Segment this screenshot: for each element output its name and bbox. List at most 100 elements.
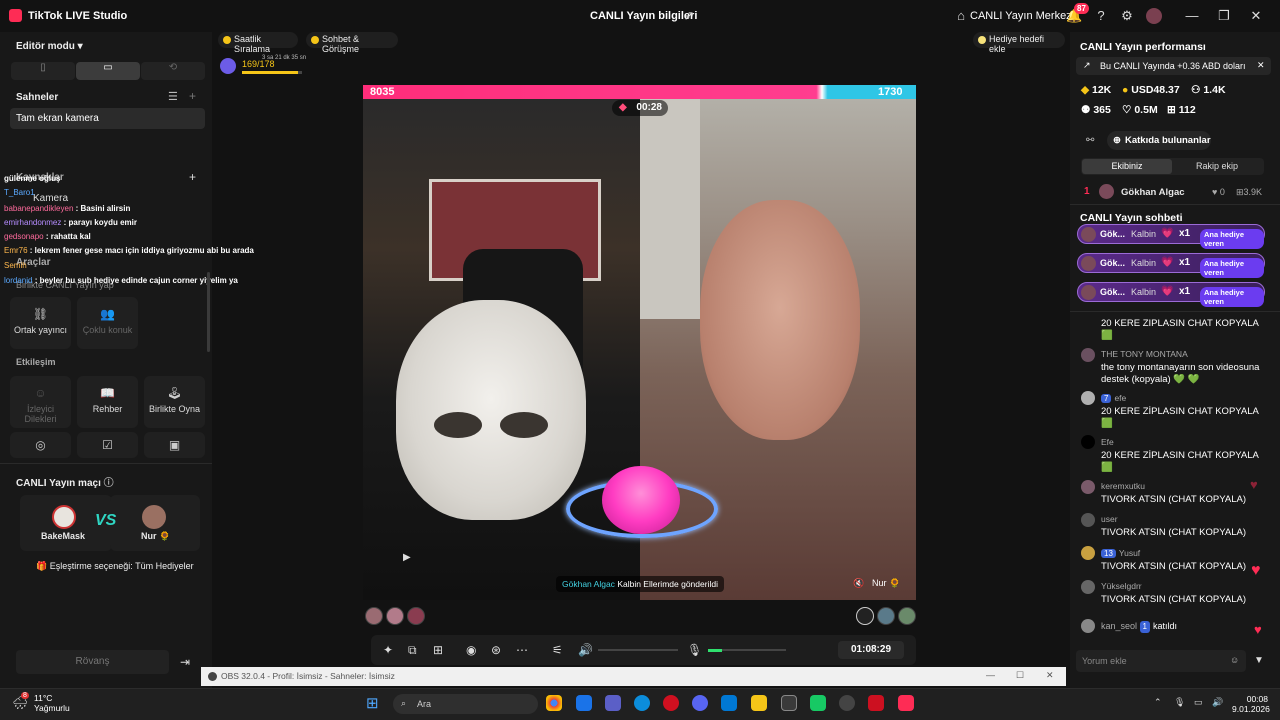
- settings-sliders-icon[interactable]: ⚟: [552, 643, 563, 657]
- taskbar-clock[interactable]: 00:08 9.01.2026: [1232, 694, 1270, 714]
- microphone-icon[interactable]: 🎙: [687, 643, 702, 657]
- chrome-icon[interactable]: [546, 695, 562, 711]
- taskbar-search[interactable]: ⌕ Ara: [393, 694, 538, 714]
- chat-user[interactable]: THE TONY MONTANA: [1101, 349, 1188, 359]
- home-icon[interactable]: ⌂: [953, 8, 969, 24]
- bulb-icon: [978, 36, 986, 44]
- co-host-tile[interactable]: ⛓ Ortak yayıncı: [10, 297, 71, 349]
- tool-tile[interactable]: ▣: [144, 432, 205, 458]
- tool-tile[interactable]: ☑: [77, 432, 138, 458]
- maximize-icon[interactable]: ❐: [1216, 8, 1232, 24]
- emoji-icon[interactable]: ☺: [1230, 655, 1239, 665]
- exit-icon[interactable]: ⇥: [180, 655, 190, 669]
- close-banner-icon[interactable]: ✕: [1257, 60, 1265, 71]
- explorer-icon[interactable]: [751, 695, 767, 711]
- search-label: Ara: [417, 699, 432, 709]
- minimize-icon[interactable]: —: [1184, 8, 1200, 24]
- score-right: 1730: [878, 86, 903, 98]
- app-icon[interactable]: [839, 695, 855, 711]
- user-settings-icon[interactable]: ⚯: [1086, 135, 1094, 146]
- list-icon[interactable]: ☰: [168, 90, 178, 103]
- screen-add-icon[interactable]: ⧉: [408, 643, 417, 658]
- tab-your-team[interactable]: Ekibiniz: [1082, 159, 1172, 174]
- obs-close-icon[interactable]: ✕: [1046, 670, 1054, 681]
- chat-user[interactable]: user: [1101, 514, 1118, 524]
- info-icon[interactable]: ⓘ: [104, 478, 114, 489]
- edge-icon[interactable]: [634, 695, 650, 711]
- filter-icon[interactable]: ▼: [1254, 655, 1264, 666]
- magic-wand-icon[interactable]: ✦: [383, 643, 393, 657]
- multi-guest-tile[interactable]: 👥 Çoklu konuk: [77, 297, 138, 349]
- chat-user[interactable]: Efe: [1101, 437, 1114, 447]
- battle-icon: ◆: [619, 102, 627, 113]
- chat-user[interactable]: Yükselgdrr: [1101, 581, 1142, 591]
- supporter-avatar[interactable]: [407, 607, 425, 625]
- obs-taskbar-icon[interactable]: [781, 695, 797, 711]
- rank-user[interactable]: Gökhan Algac: [1121, 187, 1185, 198]
- opera-icon[interactable]: [663, 695, 679, 711]
- obs-minimize-icon[interactable]: —: [986, 670, 995, 680]
- chat-user[interactable]: 7 efe: [1101, 393, 1126, 403]
- comment-input[interactable]: Yorum ekle ☺: [1076, 650, 1246, 672]
- volume-slider[interactable]: [598, 649, 678, 651]
- close-icon[interactable]: ✕: [1248, 8, 1264, 24]
- obs-maximize-icon[interactable]: ☐: [1016, 670, 1024, 681]
- tiktok-taskbar-icon[interactable]: [898, 695, 914, 711]
- supporter-avatar[interactable]: [856, 607, 874, 625]
- more-icon[interactable]: ⋯: [516, 643, 528, 657]
- weather-widget[interactable]: 11°C Yağmurlu: [34, 693, 70, 713]
- mute-icon[interactable]: 🔇: [853, 578, 864, 589]
- teams-icon[interactable]: [605, 695, 621, 711]
- guide-tile[interactable]: 📖 Rehber: [77, 376, 138, 428]
- help-icon[interactable]: ?: [1093, 8, 1109, 24]
- app-icon[interactable]: [810, 695, 826, 711]
- windows-start-icon[interactable]: ⊞: [366, 694, 379, 712]
- chat-user[interactable]: keremxutku: [1101, 481, 1145, 491]
- chat-title: CANLI Yayın sohbeti: [1080, 212, 1183, 224]
- layout-other-button[interactable]: ⟲: [141, 62, 205, 80]
- source-item[interactable]: Kamera: [33, 193, 68, 204]
- match-option[interactable]: 🎁 Eşleştirme seçeneği: Tüm Hediyeler: [36, 561, 194, 572]
- youtube-icon[interactable]: [868, 695, 884, 711]
- left-scrollbar[interactable]: [207, 272, 210, 352]
- app-icon[interactable]: [576, 695, 592, 711]
- play-together-tile[interactable]: 🕹 Birlikte Oyna: [144, 376, 205, 428]
- chat-call-pill[interactable]: Sohbet & Görüşme: [306, 32, 398, 54]
- editor-mode-dropdown[interactable]: Editör modu ▾: [16, 41, 83, 52]
- avatar[interactable]: [1146, 8, 1162, 24]
- camera-switch-icon[interactable]: ⊛: [491, 643, 501, 657]
- gear-icon[interactable]: ⚙: [1119, 8, 1135, 24]
- add-source-icon[interactable]: +: [189, 170, 196, 184]
- tab-rival-team[interactable]: Rakip ekip: [1172, 159, 1262, 174]
- layout-portrait-button[interactable]: ▯: [11, 62, 75, 80]
- speaker-icon[interactable]: 🔊: [578, 643, 593, 657]
- obs-window-bar[interactable]: OBS 32.0.4 - Profil: İsimsiz - Sahneler:…: [201, 667, 1066, 686]
- supporter-avatar[interactable]: [877, 607, 895, 625]
- rematch-button[interactable]: Rövanş: [16, 650, 169, 674]
- share-icon[interactable]: ↗: [681, 8, 697, 24]
- play-icon[interactable]: ▶: [403, 552, 411, 563]
- tool-tile[interactable]: ◎: [10, 432, 71, 458]
- supporter-avatar[interactable]: [898, 607, 916, 625]
- display-tray-icon[interactable]: ▭: [1194, 697, 1203, 708]
- discord-icon[interactable]: [692, 695, 708, 711]
- chat-message: TIVORK ATSIN (CHAT KOPYALA): [1101, 594, 1246, 605]
- gift-goal-button[interactable]: Hediye hedefi ekle: [973, 32, 1065, 54]
- supporter-avatar[interactable]: [365, 607, 383, 625]
- contributors-button[interactable]: ⊕ Katkıda bulunanlar: [1107, 131, 1211, 150]
- record-icon[interactable]: ◉: [466, 643, 476, 657]
- tray-chevron-icon[interactable]: ⌃: [1154, 697, 1162, 708]
- mail-icon[interactable]: [721, 695, 737, 711]
- chat-user[interactable]: 13 Yusuf: [1101, 548, 1140, 558]
- supporter-avatar[interactable]: [386, 607, 404, 625]
- mic-level-slider[interactable]: [708, 649, 786, 652]
- viewer-wishes-tile[interactable]: ☺ İzleyici Dilekleri: [10, 376, 71, 428]
- layout-landscape-button[interactable]: ▭: [76, 62, 140, 80]
- live-center-button[interactable]: CANLI Yayın Merkezi: [970, 10, 1074, 22]
- hourly-ranking-pill[interactable]: Saatlik Sıralama: [218, 32, 298, 54]
- volume-tray-icon[interactable]: 🔊: [1212, 697, 1223, 708]
- add-scene-icon[interactable]: +: [189, 89, 196, 103]
- layout-icon[interactable]: ⊞: [433, 643, 443, 657]
- scene-item[interactable]: Tam ekran kamera: [10, 108, 205, 129]
- mic-tray-icon[interactable]: 🎙: [1174, 697, 1185, 708]
